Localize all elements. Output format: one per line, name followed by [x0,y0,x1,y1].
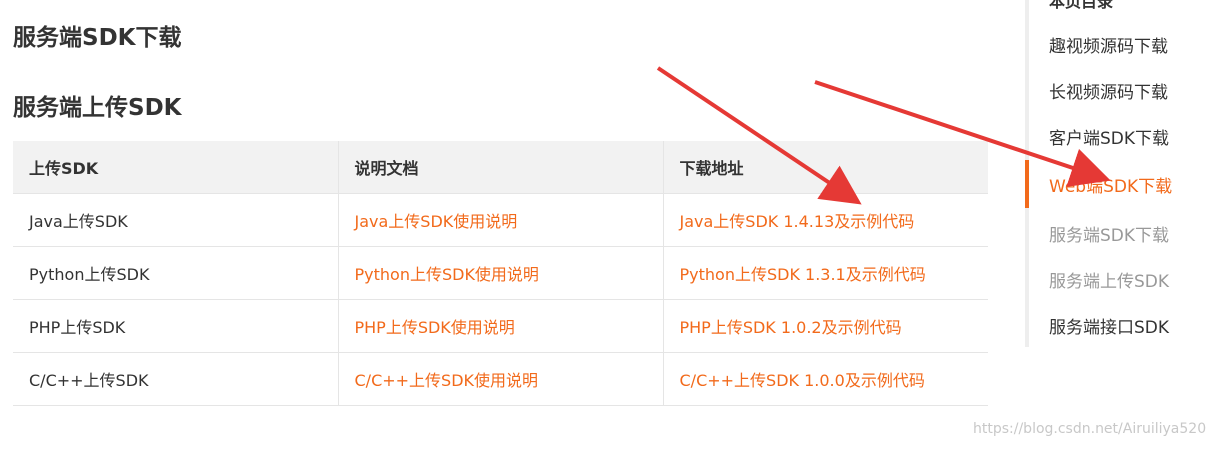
download-link[interactable]: Java上传SDK 1.4.13及示例代码 [680,212,915,231]
toc-item-web-sdk[interactable]: Web端SDK下载 [1049,172,1172,197]
download-link[interactable]: Python上传SDK 1.3.1及示例代码 [680,265,926,284]
toc-title: 本页目录 [1049,0,1114,11]
sdk-name-cell: Python上传SDK [13,246,338,300]
toc-item-long-video-source[interactable]: 长视频源码下载 [1049,78,1168,103]
table-row: C/C++上传SDK C/C++上传SDK使用说明 C/C++上传SDK 1.0… [13,352,988,406]
section-title: 服务端上传SDK [13,95,182,121]
toc-item-server-api-sdk[interactable]: 服务端接口SDK [1049,313,1169,338]
sdk-name-cell: Java上传SDK [13,193,338,247]
docs-link[interactable]: Python上传SDK使用说明 [355,265,539,284]
download-cell: PHP上传SDK 1.0.2及示例代码 [662,299,988,353]
column-header-download: 下载地址 [662,141,988,194]
page-toc: 本页目录 趣视频源码下载 长视频源码下载 客户端SDK下载 Web端SDK下载 … [1025,0,1213,347]
table-row: PHP上传SDK PHP上传SDK使用说明 PHP上传SDK 1.0.2及示例代… [13,299,988,353]
table-header-row: 上传SDK 说明文档 下载地址 [13,141,988,194]
toc-item-server-sdk[interactable]: 服务端SDK下载 [1049,221,1169,246]
toc-item-qu-video-source[interactable]: 趣视频源码下载 [1049,32,1168,57]
page-title: 服务端SDK下载 [13,25,182,51]
docs-cell: PHP上传SDK使用说明 [337,299,663,353]
watermark: https://blog.csdn.net/Airuiliya520 [973,421,1207,437]
sdk-name-cell: PHP上传SDK [13,299,338,353]
docs-link[interactable]: Java上传SDK使用说明 [355,212,518,231]
download-cell: C/C++上传SDK 1.0.0及示例代码 [662,352,988,406]
table-row: Java上传SDK Java上传SDK使用说明 Java上传SDK 1.4.13… [13,193,988,247]
docs-link[interactable]: C/C++上传SDK使用说明 [355,371,539,390]
docs-cell: Python上传SDK使用说明 [337,246,663,300]
column-header-docs: 说明文档 [337,141,663,194]
download-cell: Python上传SDK 1.3.1及示例代码 [662,246,988,300]
docs-cell: Java上传SDK使用说明 [337,193,663,247]
docs-link[interactable]: PHP上传SDK使用说明 [355,318,515,337]
sdk-name-cell: C/C++上传SDK [13,352,338,406]
sdk-table: 上传SDK 说明文档 下载地址 Java上传SDK Java上传SDK使用说明 … [13,141,988,406]
download-link[interactable]: C/C++上传SDK 1.0.0及示例代码 [680,371,925,390]
download-link[interactable]: PHP上传SDK 1.0.2及示例代码 [680,318,902,337]
docs-cell: C/C++上传SDK使用说明 [337,352,663,406]
table-row: Python上传SDK Python上传SDK使用说明 Python上传SDK … [13,246,988,300]
download-cell: Java上传SDK 1.4.13及示例代码 [662,193,988,247]
column-header-sdk: 上传SDK [13,141,338,194]
toc-item-server-upload-sdk[interactable]: 服务端上传SDK [1049,267,1169,292]
toc-item-client-sdk[interactable]: 客户端SDK下载 [1049,124,1169,149]
toc-active-indicator [1025,160,1029,208]
